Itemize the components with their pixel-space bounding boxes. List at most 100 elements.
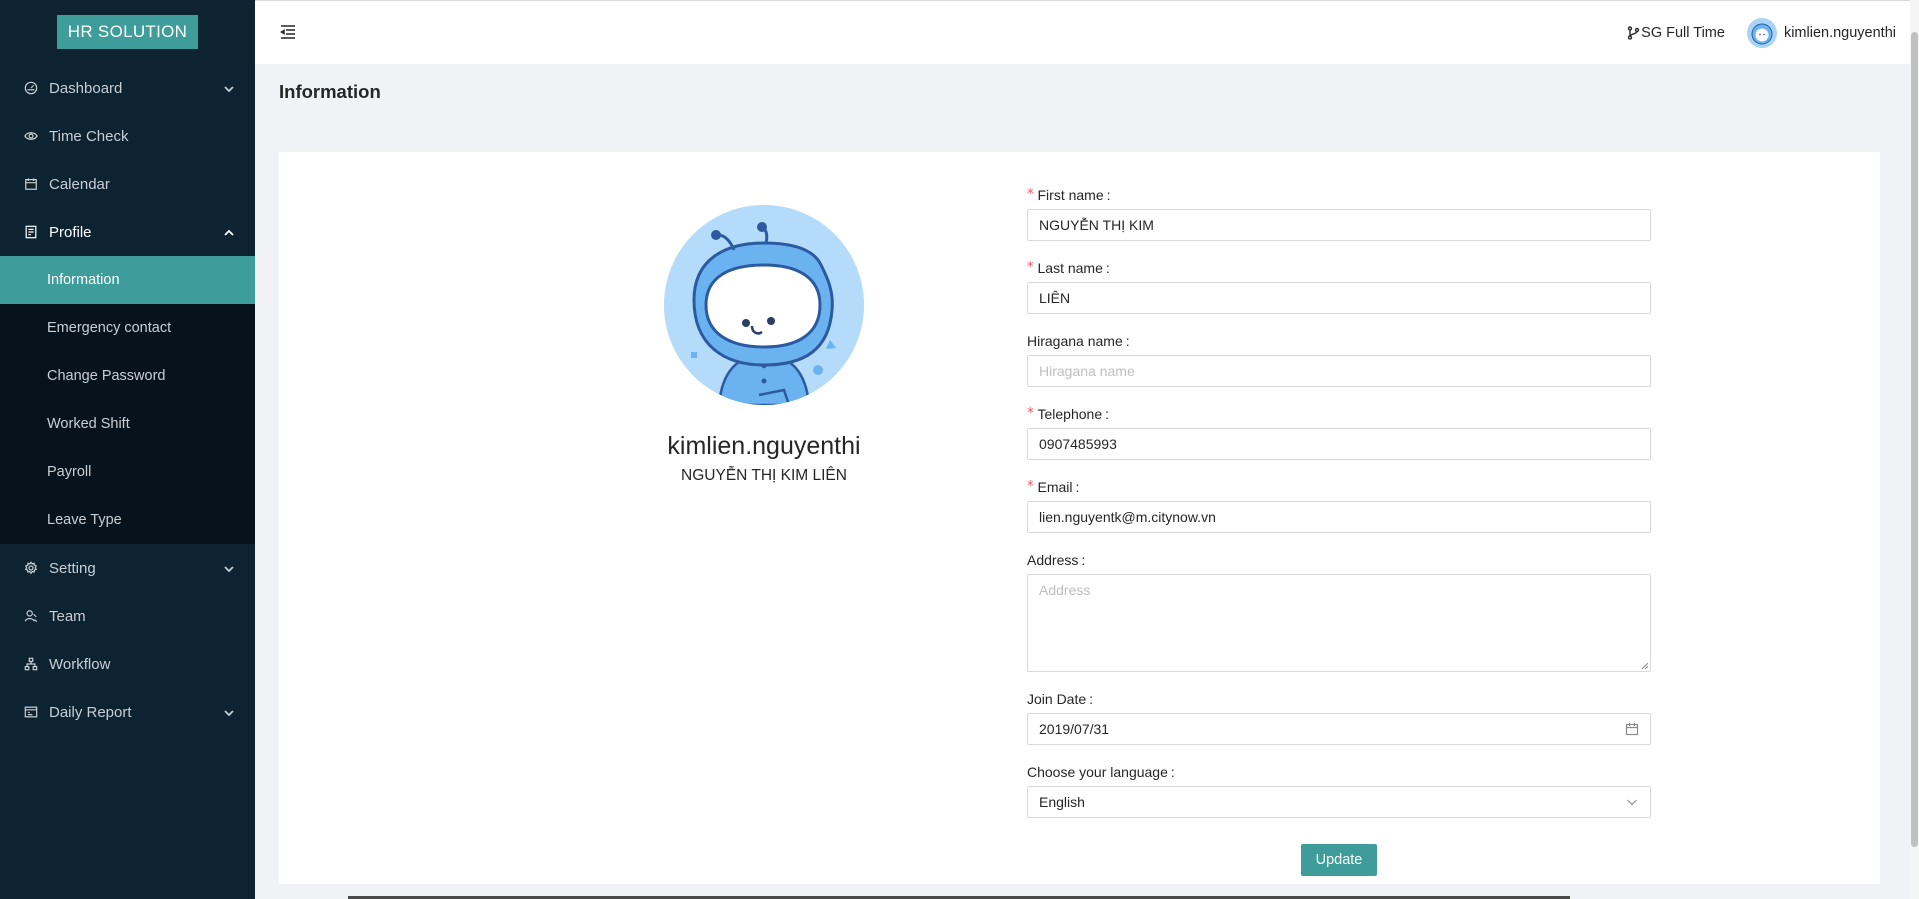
telephone-field: * Telephone: 0907485993 — [1027, 402, 1651, 460]
sidebar-item-setting[interactable]: Setting — [0, 544, 255, 592]
join-date-value: 2019/07/31 — [1039, 721, 1110, 737]
sidebar-item-profile[interactable]: Profile — [0, 208, 255, 256]
sidebar-item-label: Time Check — [49, 127, 129, 145]
top-header: SG Full Time kimlien.nguyenthi — [255, 0, 1910, 64]
header-right: SG Full Time kimlien.nguyenthi — [1627, 1, 1896, 65]
sidebar-item-calendar[interactable]: Calendar — [0, 160, 255, 208]
calendar-icon — [23, 176, 39, 192]
sidebar-item-change-password[interactable]: Change Password — [0, 352, 255, 400]
sidebar-item-leave-type[interactable]: Leave Type — [0, 496, 255, 544]
first-name-input[interactable]: NGUYỄN THỊ KIM — [1027, 209, 1651, 241]
sidebar-item-team[interactable]: Team — [0, 592, 255, 640]
join-date-field: Join Date: 2019/07/31 — [1027, 687, 1651, 745]
language-value: English — [1039, 794, 1085, 810]
sidebar-item-payroll[interactable]: Payroll — [0, 448, 255, 496]
profile-summary: kimlien.nguyenthi NGUYỄN THỊ KIM LIÊN — [644, 205, 884, 485]
chevron-down-icon — [1625, 795, 1639, 809]
label-text: Last name — [1037, 259, 1103, 276]
sidebar-item-label: Team — [49, 607, 86, 625]
sidebar-item-label: Dashboard — [49, 79, 123, 97]
workflow-icon — [23, 656, 39, 672]
profile-avatar — [664, 205, 864, 405]
required-marker: * — [1027, 187, 1034, 202]
chevron-up-icon — [223, 226, 235, 238]
gear-icon — [23, 560, 39, 576]
required-marker: * — [1027, 406, 1034, 421]
first-name-label: * First name: — [1027, 186, 1111, 203]
sidebar-item-workflow[interactable]: Workflow — [0, 640, 255, 688]
menu-fold-icon[interactable] — [279, 23, 297, 41]
label-text: Join Date — [1027, 690, 1087, 707]
branch-label: SG Full Time — [1641, 25, 1725, 41]
team-icon — [23, 608, 39, 624]
label-text: First name — [1037, 186, 1104, 203]
sidebar-item-label: Calendar — [49, 175, 110, 193]
information-form: * First name: NGUYỄN THỊ KIM * Last name: … — [1027, 183, 1651, 876]
telephone-label: * Telephone: — [1027, 405, 1110, 422]
language-select[interactable]: English — [1027, 786, 1651, 818]
header-username: kimlien.nguyenthi — [1783, 25, 1896, 41]
sidebar-item-daily-report[interactable]: Daily Report — [0, 688, 255, 736]
address-field: Address: Address — [1027, 548, 1651, 672]
resize-handle-icon[interactable] — [1640, 661, 1649, 670]
information-card: kimlien.nguyenthi NGUYỄN THỊ KIM LIÊN * F… — [279, 152, 1880, 884]
label-text: Hiragana name — [1027, 332, 1123, 349]
last-name-input[interactable]: LIÊN — [1027, 282, 1651, 314]
first-name-field: * First name: NGUYỄN THỊ KIM — [1027, 183, 1651, 241]
report-icon — [23, 704, 39, 720]
eye-icon — [23, 128, 39, 144]
sidebar-item-label: Profile — [49, 223, 92, 241]
profile-fullname: NGUYỄN THỊ KIM LIÊN — [681, 467, 847, 484]
profile-username: kimlien.nguyenthi — [667, 432, 861, 460]
page-scrollbar[interactable] — [1910, 0, 1919, 899]
profile-submenu: Information Emergency contact Change Pas… — [0, 256, 255, 544]
profile-icon — [23, 224, 39, 240]
user-menu[interactable]: kimlien.nguyenthi — [1746, 18, 1896, 48]
join-date-label: Join Date: — [1027, 690, 1094, 707]
calendar-icon — [1625, 722, 1639, 736]
last-name-field: * Last name: LIÊN — [1027, 256, 1651, 314]
app-logo[interactable]: HR SOLUTION — [56, 15, 199, 49]
update-button[interactable]: Update — [1300, 844, 1378, 876]
telephone-input[interactable]: 0907485993 — [1027, 428, 1651, 460]
chevron-down-icon — [223, 706, 235, 718]
sidebar: HR SOLUTION Dashboard Time Check Calenda… — [0, 0, 255, 899]
join-date-picker[interactable]: 2019/07/31 — [1027, 713, 1651, 745]
label-text: Telephone — [1037, 405, 1103, 422]
hiragana-input[interactable]: Hiragana name — [1027, 355, 1651, 387]
sidebar-menu: Dashboard Time Check Calendar Profile In… — [0, 64, 255, 736]
required-marker: * — [1027, 260, 1034, 275]
email-field: * Email: lien.nguyentk@m.citynow.vn — [1027, 475, 1651, 533]
sidebar-item-time-check[interactable]: Time Check — [0, 112, 255, 160]
sidebar-item-label: Setting — [49, 559, 96, 577]
sidebar-item-worked-shift[interactable]: Worked Shift — [0, 400, 255, 448]
sidebar-item-label: Daily Report — [49, 703, 132, 721]
branch-selector[interactable]: SG Full Time — [1627, 25, 1725, 41]
label-text: Choose your language — [1027, 763, 1168, 780]
language-label: Choose your language: — [1027, 763, 1175, 780]
address-label: Address: — [1027, 551, 1086, 568]
avatar — [1746, 18, 1777, 48]
label-text: Address — [1027, 551, 1079, 568]
email-input[interactable]: lien.nguyentk@m.citynow.vn — [1027, 501, 1651, 533]
sidebar-item-dashboard[interactable]: Dashboard — [0, 64, 255, 112]
page-title: Information — [279, 81, 381, 102]
chevron-down-icon — [223, 562, 235, 574]
required-marker: * — [1027, 479, 1034, 494]
dashboard-icon — [23, 80, 39, 96]
address-placeholder: Address — [1039, 582, 1091, 598]
label-text: Email — [1037, 478, 1073, 495]
address-textarea[interactable]: Address — [1027, 574, 1651, 672]
language-field: Choose your language: English — [1027, 760, 1651, 818]
last-name-label: * Last name: — [1027, 259, 1110, 276]
form-actions: Update — [1027, 844, 1651, 876]
scrollbar-thumb[interactable] — [1911, 32, 1918, 847]
email-label: * Email: — [1027, 478, 1080, 495]
hiragana-field: Hiragana name: Hiragana name — [1027, 329, 1651, 387]
branch-icon — [1627, 26, 1640, 40]
chevron-down-icon — [223, 82, 235, 94]
sidebar-item-information[interactable]: Information — [0, 256, 255, 304]
sidebar-item-label: Workflow — [49, 655, 111, 673]
logo-area: HR SOLUTION — [0, 0, 255, 64]
sidebar-item-emergency-contact[interactable]: Emergency contact — [0, 304, 255, 352]
